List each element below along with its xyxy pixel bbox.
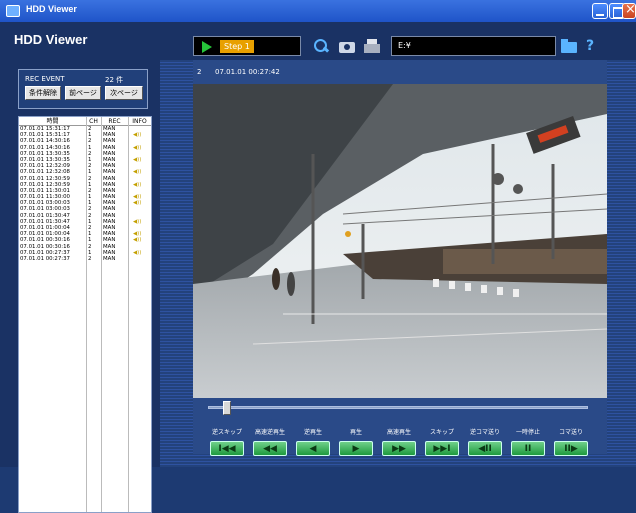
pause-icon: II (524, 444, 532, 454)
slider-handle[interactable] (223, 401, 231, 415)
control-label: 高速逆再生 (254, 429, 285, 436)
clear-filter-button[interactable]: 条件解除 (25, 86, 61, 100)
reverse-play-icon: ◀ (309, 444, 317, 454)
path-field[interactable]: E:¥ (391, 36, 556, 56)
table-body: 07.01.01 15:31:17 2 MAN 07.01.01 15:31:17 1 M… (19, 126, 151, 262)
control-label: 逆再生 (303, 429, 322, 436)
event-panel: REC EVENT 22 件 条件解除 前ページ 次ページ 時間 CH REC … (0, 60, 160, 513)
next-page-button[interactable]: 次ページ (105, 86, 143, 100)
app-window: HDD Viewer HDD Viewer Step 1 E:¥ ? REC E… (0, 0, 636, 513)
title-bar[interactable]: HDD Viewer (0, 0, 636, 22)
camera-number: 2 (197, 68, 202, 76)
reverse-play-button[interactable]: ◀ (296, 441, 330, 456)
control-label: 再生 (349, 429, 362, 436)
cell-ch: 2 (88, 255, 92, 262)
step-display[interactable]: Step 1 (193, 36, 301, 56)
app-icon (6, 5, 20, 17)
skip-forward-button-group: スキップ ▶▶I (420, 424, 464, 460)
frame-forward-button[interactable]: II▶ (554, 441, 588, 456)
col-time: 時間 (46, 118, 59, 125)
search-icon[interactable] (313, 38, 329, 54)
path-text: E:¥ (398, 41, 411, 50)
frame-back-button-group: 逆コマ送り ◀II (463, 424, 507, 460)
cell-time: 07.01.01 00:27:37 (20, 255, 70, 262)
fast-forward-icon: ▶▶ (392, 444, 406, 454)
printer-icon[interactable] (364, 38, 380, 54)
col-rec: REC (108, 118, 121, 125)
control-label: 高速再生 (386, 429, 411, 436)
event-summary: REC EVENT 22 件 条件解除 前ページ 次ページ (18, 69, 148, 109)
toolbar: HDD Viewer Step 1 E:¥ ? (0, 22, 636, 60)
skip-forward-icon: ▶▶I (433, 444, 451, 454)
pause-button[interactable]: II (511, 441, 545, 456)
fast-forward-button-group: 高速再生 ▶▶ (377, 424, 421, 460)
control-label: コマ送り (558, 429, 583, 436)
fast-rewind-button[interactable]: ◀◀ (253, 441, 287, 456)
progress-slider[interactable] (202, 398, 594, 418)
control-label: 一時停止 (515, 429, 540, 436)
control-label: 逆スキップ (211, 429, 242, 436)
window-title: HDD Viewer (26, 4, 77, 14)
play-icon: ▶ (352, 444, 360, 454)
control-label: スキップ (429, 429, 454, 436)
control-label: 逆コマ送り (469, 429, 500, 436)
slider-track[interactable] (208, 406, 588, 409)
play-button[interactable]: ▶ (339, 441, 373, 456)
close-button[interactable] (622, 2, 636, 19)
frame-back-icon: ◀II (478, 444, 492, 454)
step-label: Step 1 (220, 40, 254, 53)
frame-forward-button-group: コマ送り II▶ (549, 424, 593, 460)
event-table[interactable]: 時間 CH REC INFO 07.01.01 15:31:17 2 MAN 07.0… (18, 116, 152, 513)
video-timestamp: 07.01.01 00:27:42 (215, 68, 280, 76)
prev-page-button[interactable]: 前ページ (65, 86, 101, 100)
skip-back-button-group: 逆スキップ I◀◀ (205, 424, 249, 460)
minimize-button[interactable] (592, 3, 608, 19)
camera-image (193, 84, 607, 398)
fast-forward-button[interactable]: ▶▶ (382, 441, 416, 456)
table-header: 時間 CH REC INFO (19, 117, 151, 126)
camera-icon[interactable] (339, 38, 355, 54)
reverse-play-button-group: 逆再生 ◀ (291, 424, 335, 460)
app-name: HDD Viewer (14, 32, 88, 47)
fast-rewind-button-group: 高速逆再生 ◀◀ (248, 424, 292, 460)
cell-rec: MAN (103, 255, 116, 262)
play-button-group: 再生 ▶ (334, 424, 378, 460)
event-label: REC EVENT (25, 75, 65, 83)
play-arrow-icon (202, 41, 212, 53)
frame-back-button[interactable]: ◀II (468, 441, 502, 456)
frame-forward-icon: II▶ (564, 444, 578, 454)
col-ch: CH (89, 118, 98, 125)
skip-back-button[interactable]: I◀◀ (210, 441, 244, 456)
playback-controls: 逆スキップ I◀◀ 高速逆再生 ◀◀ 逆再生 ◀ 再生 ▶ 高速再生 ▶▶ スキップ ▶▶I 逆コマ送り… (205, 424, 593, 467)
col-info: INFO (132, 118, 147, 125)
help-icon[interactable]: ? (586, 37, 602, 55)
fast-rewind-icon: ◀◀ (263, 444, 277, 454)
folder-icon[interactable] (561, 38, 577, 54)
skip-back-icon: I◀◀ (218, 444, 236, 454)
skip-forward-button[interactable]: ▶▶I (425, 441, 459, 456)
table-row[interactable]: 07.01.01 00:27:37 2 MAN (19, 256, 151, 262)
pause-button-group: 一時停止 II (506, 424, 550, 460)
event-count: 22 件 (105, 76, 124, 84)
video-info: 2 07.01.01 00:27:42 (197, 68, 280, 76)
